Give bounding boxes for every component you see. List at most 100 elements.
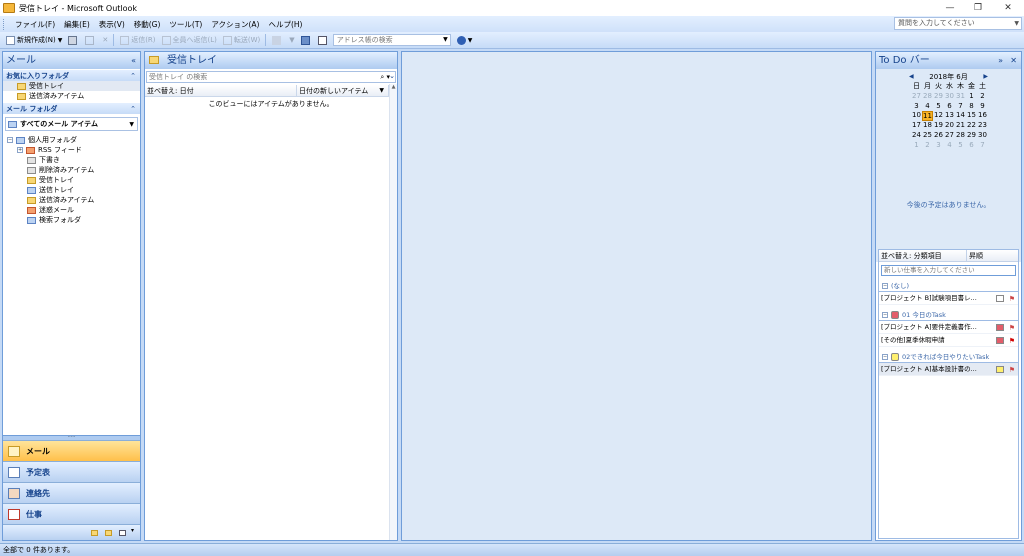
calendar-day[interactable]: 29 <box>933 92 944 102</box>
flag-icon[interactable]: ⚑ <box>1009 335 1015 348</box>
calendar-day[interactable]: 8 <box>966 102 977 112</box>
calendar-day[interactable]: 30 <box>977 131 988 141</box>
scroll-up-icon[interactable]: ▲ <box>390 84 397 90</box>
task-category-icon[interactable] <box>996 366 1004 373</box>
menu-tools[interactable]: ツール(T) <box>169 19 202 30</box>
calendar-day[interactable]: 3 <box>911 102 922 112</box>
calendar-day[interactable]: 5 <box>933 102 944 112</box>
calendar-day[interactable]: 22 <box>966 121 977 131</box>
calendar-day[interactable]: 30 <box>944 92 955 102</box>
calendar-day[interactable]: 18 <box>922 121 933 131</box>
chevron-down-icon[interactable]: ▼ <box>443 35 448 45</box>
close-todo-icon[interactable]: ✕ <box>1010 52 1017 69</box>
send-receive-button[interactable] <box>300 35 312 45</box>
collapse-icon[interactable]: − <box>882 312 888 318</box>
collapse-section-icon[interactable]: ⌃ <box>130 103 136 115</box>
task-arrange-by[interactable]: 並べ替え: 分類項目 <box>879 250 967 261</box>
calendar-day[interactable]: 2 <box>977 92 988 102</box>
calendar-day[interactable]: 12 <box>933 111 944 121</box>
mail-list-scrollbar[interactable]: ▲ <box>389 84 397 540</box>
calendar-day[interactable]: 23 <box>977 121 988 131</box>
address-book-button[interactable] <box>317 35 329 45</box>
calendar-day[interactable]: 2 <box>922 141 933 151</box>
task-category-icon[interactable] <box>996 295 1004 302</box>
calendar-day[interactable]: 4 <box>944 141 955 151</box>
menu-view[interactable]: 表示(V) <box>99 19 125 30</box>
next-month-icon[interactable]: ▶ <box>983 72 988 82</box>
inbox-search-input[interactable]: 受信トレイ の検索 ⌕ ▾ <box>146 71 396 83</box>
calendar-day[interactable]: 28 <box>955 131 966 141</box>
folder-sent[interactable]: 送信済みアイテム <box>3 195 140 205</box>
followup-button[interactable]: ▼ <box>289 36 294 44</box>
calendar-day[interactable]: 7 <box>955 102 966 112</box>
menubar-grip[interactable] <box>3 18 6 30</box>
reply-button[interactable]: 返信(R) <box>120 35 156 45</box>
forward-button[interactable]: 転送(W) <box>222 35 260 45</box>
task-item[interactable]: [プロジェクト A]基本設計書の... ⚑ <box>879 363 1018 376</box>
task-item[interactable]: [その他]夏季休暇申請 ⚑ <box>879 334 1018 347</box>
menu-go[interactable]: 移動(G) <box>134 19 161 30</box>
calendar-day[interactable]: 31 <box>955 92 966 102</box>
menu-actions[interactable]: アクション(A) <box>211 19 259 30</box>
arrange-by-header[interactable]: 並べ替え: 日付 <box>145 85 297 96</box>
print-button[interactable] <box>68 35 79 45</box>
new-item-button[interactable]: 新規作成(N) ▼ <box>6 35 62 45</box>
calendar-day[interactable]: 17 <box>911 121 922 131</box>
task-group-header[interactable]: − 01 今日のTask <box>879 310 1018 321</box>
folder-personal[interactable]: − 個人用フォルダ <box>3 135 140 145</box>
calendar-day[interactable]: 1 <box>966 92 977 102</box>
folder-junk[interactable]: 迷惑メール <box>3 205 140 215</box>
menu-file[interactable]: ファイル(F) <box>15 19 55 30</box>
collapse-icon[interactable]: − <box>882 354 888 360</box>
mail-folders-header[interactable]: メール フォルダ ⌃ <box>3 102 140 114</box>
calendar-day[interactable]: 15 <box>966 111 977 121</box>
prev-month-icon[interactable]: ◀ <box>909 72 914 82</box>
favorite-folders-header[interactable]: お気に入りフォルダ ⌃ <box>3 69 140 81</box>
calendar-day[interactable]: 10 <box>911 111 922 121</box>
notes-icon[interactable] <box>91 530 98 536</box>
categorize-button[interactable] <box>272 35 283 45</box>
folder-rss[interactable]: + RSS フィード <box>3 145 140 155</box>
calendar-day[interactable]: 27 <box>911 92 922 102</box>
calendar-day[interactable]: 24 <box>911 131 922 141</box>
calendar-day[interactable]: 5 <box>955 141 966 151</box>
calendar-day[interactable]: 14 <box>955 111 966 121</box>
task-sort-order[interactable]: 昇順 <box>967 250 1007 261</box>
favorite-inbox[interactable]: 受信トレイ <box>3 81 140 91</box>
calendar-day[interactable]: 27 <box>944 131 955 141</box>
folder-search[interactable]: 検索フォルダ <box>3 215 140 225</box>
collapse-icon[interactable]: − <box>882 283 888 289</box>
menu-help[interactable]: ヘルプ(H) <box>268 19 302 30</box>
calendar-day[interactable]: 19 <box>933 121 944 131</box>
favorite-sent-items[interactable]: 送信済みアイテム <box>3 91 140 101</box>
shortcuts-icon[interactable] <box>119 530 126 536</box>
minimize-button[interactable]: — <box>936 0 964 16</box>
flag-icon[interactable]: ⚑ <box>1009 364 1015 377</box>
expand-icon[interactable]: + <box>17 147 23 153</box>
calendar-day[interactable]: 6 <box>966 141 977 151</box>
calendar-day[interactable]: 4 <box>922 102 933 112</box>
address-book-search-input[interactable]: アドレス帳の検索 ▼ <box>332 34 451 46</box>
calendar-day[interactable]: 29 <box>966 131 977 141</box>
folder-deleted[interactable]: 削除済みアイテム <box>3 165 140 175</box>
nav-button-tasks[interactable]: 仕事 <box>3 503 140 524</box>
calendar-day[interactable]: 9 <box>977 102 988 112</box>
calendar-day[interactable]: 7 <box>977 141 988 151</box>
calendar-day[interactable]: 25 <box>922 131 933 141</box>
folder-drafts[interactable]: 下書き <box>3 155 140 165</box>
all-mail-items-dropdown[interactable]: すべてのメール アイテム ▼ <box>5 117 138 131</box>
task-category-icon[interactable] <box>996 324 1004 331</box>
calendar-day[interactable]: 13 <box>944 111 955 121</box>
folder-outbox[interactable]: 送信トレイ <box>3 185 140 195</box>
task-item[interactable]: [プロジェクト B]試験項目書レ... ⚑ <box>879 292 1018 305</box>
calendar-day[interactable]: 26 <box>933 131 944 141</box>
chevron-down-icon[interactable]: ▼ <box>1014 18 1019 29</box>
sort-order-header[interactable]: 日付の新しいアイテム ▼ <box>297 85 389 96</box>
folder-list-icon[interactable] <box>105 530 112 536</box>
folder-inbox[interactable]: 受信トレイ <box>3 175 140 185</box>
task-category-icon[interactable] <box>996 337 1004 344</box>
task-group-header[interactable]: − 02できれば今日やりたいTask <box>879 352 1018 363</box>
reply-all-button[interactable]: 全員へ返信(L) <box>161 35 217 45</box>
calendar-today[interactable]: 11 <box>922 111 933 122</box>
collapse-pane-icon[interactable]: « <box>131 52 136 69</box>
